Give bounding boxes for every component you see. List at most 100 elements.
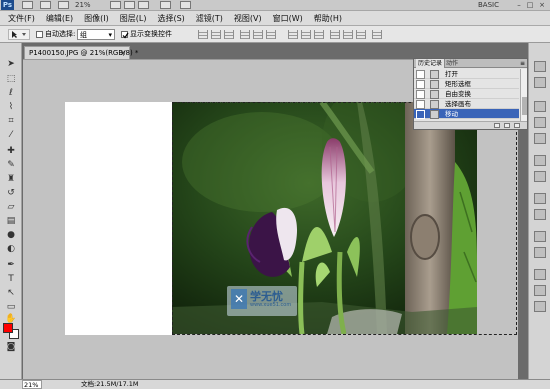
tab-actions[interactable]: 动作 — [444, 59, 460, 68]
healing-brush-icon[interactable]: ✚ — [5, 145, 17, 157]
zoom-icon[interactable] — [124, 1, 135, 9]
align-left-icon[interactable] — [240, 30, 250, 39]
shape-tool-icon[interactable]: ▭ — [5, 301, 17, 313]
clone-source-panel-icon[interactable] — [534, 209, 546, 220]
marquee-tool-icon[interactable]: ⬚ — [5, 73, 17, 85]
clone-stamp-icon[interactable]: ♜ — [5, 173, 17, 185]
menu-window[interactable]: 窗口(W) — [273, 13, 303, 24]
blur-tool-icon[interactable]: ● — [5, 229, 17, 241]
history-item[interactable]: 矩形选框 — [414, 79, 519, 89]
new-snapshot-icon[interactable] — [504, 123, 510, 128]
pen-tool-icon[interactable]: ✒ — [5, 259, 17, 271]
masks-panel-icon[interactable] — [534, 171, 546, 182]
distribute-vcenter-icon[interactable] — [301, 30, 311, 39]
brush-tool-icon[interactable]: ✎ — [5, 159, 17, 171]
history-item[interactable]: 打开 — [414, 69, 519, 79]
align-top-icon[interactable] — [198, 30, 208, 39]
align-hcenter-icon[interactable] — [253, 30, 263, 39]
swatches-panel-icon[interactable] — [534, 117, 546, 128]
marquee-selection[interactable] — [172, 102, 517, 335]
history-brush-icon[interactable]: ↺ — [5, 187, 17, 199]
trash-icon[interactable] — [514, 123, 520, 128]
auto-select-checkbox[interactable] — [36, 31, 43, 38]
auto-align-icon[interactable] — [372, 30, 382, 39]
zoom-field[interactable]: 21% — [22, 380, 42, 389]
rotate-view-icon[interactable] — [138, 1, 149, 9]
menu-layer[interactable]: 图层(L) — [120, 13, 147, 24]
path-select-icon[interactable]: ↖ — [5, 287, 17, 299]
channels-panel-icon[interactable] — [534, 285, 546, 296]
move-tool-icon[interactable]: ➤ — [5, 58, 17, 70]
history-item-selected[interactable]: 移动 — [414, 109, 519, 119]
align-right-icon[interactable] — [266, 30, 276, 39]
brush-panel-icon[interactable] — [534, 193, 546, 204]
menu-select[interactable]: 选择(S) — [157, 13, 184, 24]
paragraph-panel-icon[interactable] — [534, 247, 546, 258]
options-bar: 自动选择: 组 ▾ 显示变换控件 — [0, 26, 550, 43]
menu-edit[interactable]: 编辑(E) — [46, 13, 73, 24]
history-checkbox[interactable] — [416, 90, 425, 99]
marquee-step-icon — [430, 80, 439, 89]
adjustments-panel-icon[interactable] — [534, 155, 546, 166]
actions-panel-icon[interactable] — [534, 77, 546, 88]
minimize-button[interactable]: – — [514, 1, 524, 9]
align-vcenter-icon[interactable] — [211, 30, 221, 39]
close-document-icon[interactable]: × — [120, 47, 126, 59]
document-tab[interactable]: P1400150.JPG @ 21%(RGB/8) * × — [24, 46, 138, 59]
panel-menu-icon[interactable]: ≡ — [520, 59, 525, 68]
menu-help[interactable]: 帮助(H) — [314, 13, 342, 24]
history-item[interactable]: 选择画布 — [414, 99, 519, 109]
character-panel-icon[interactable] — [534, 231, 546, 242]
history-panel-icon[interactable] — [534, 61, 546, 72]
paths-panel-icon[interactable] — [534, 301, 546, 312]
document-size-info[interactable]: 文档:21.5M/17.1M — [81, 380, 139, 389]
color-panel-icon[interactable] — [534, 101, 546, 112]
distribute-hcenter-icon[interactable] — [343, 30, 353, 39]
hand-icon[interactable] — [110, 1, 121, 9]
menu-file[interactable]: 文件(F) — [8, 13, 35, 24]
bridge-icon[interactable] — [22, 1, 33, 9]
history-item[interactable]: 自由变换 — [414, 89, 519, 99]
gradient-tool-icon[interactable]: ▤ — [5, 215, 17, 227]
auto-select-dropdown[interactable]: 组 ▾ — [77, 29, 115, 40]
menu-image[interactable]: 图像(I) — [84, 13, 109, 24]
canvas-white-background — [65, 102, 174, 335]
lasso-tool-icon[interactable]: ℓ — [5, 87, 17, 99]
foreground-color-swatch[interactable] — [3, 323, 13, 333]
arrange-documents-icon[interactable] — [160, 1, 171, 9]
zoom-level-menu[interactable]: 21% — [75, 0, 91, 11]
history-scrollbar[interactable] — [520, 69, 527, 121]
history-checkbox[interactable] — [416, 100, 425, 109]
align-bottom-icon[interactable] — [224, 30, 234, 39]
maximize-button[interactable]: □ — [525, 1, 535, 9]
history-brush-source-icon[interactable] — [416, 110, 425, 119]
tool-preset-picker[interactable] — [8, 29, 30, 40]
history-checkbox[interactable] — [416, 70, 425, 79]
workspace-switcher[interactable]: BASIC — [478, 0, 499, 11]
screen-mode-icon[interactable] — [180, 1, 191, 9]
show-transform-checkbox[interactable] — [121, 31, 129, 39]
tab-history[interactable]: 历史记录 — [416, 59, 446, 68]
quick-mask-icon[interactable]: ◙ — [5, 341, 17, 353]
guides-icon[interactable] — [58, 1, 69, 9]
distribute-top-icon[interactable] — [288, 30, 298, 39]
menu-filter[interactable]: 滤镜(T) — [196, 13, 223, 24]
type-tool-icon[interactable]: T — [5, 273, 17, 285]
distribute-bottom-icon[interactable] — [314, 30, 324, 39]
distribute-right-icon[interactable] — [356, 30, 366, 39]
watermark-logo-icon: ✕ — [231, 289, 247, 309]
extras-icon[interactable] — [40, 1, 51, 9]
crop-tool-icon[interactable]: ⌗ — [5, 115, 17, 127]
quick-select-tool-icon[interactable]: ⌇ — [5, 101, 17, 113]
new-document-from-state-icon[interactable] — [494, 123, 500, 128]
eyedropper-tool-icon[interactable]: ⁄ — [5, 129, 17, 141]
distribute-left-icon[interactable] — [330, 30, 340, 39]
close-button[interactable]: × — [537, 1, 547, 9]
styles-panel-icon[interactable] — [534, 133, 546, 144]
history-checkbox[interactable] — [416, 80, 425, 89]
dodge-tool-icon[interactable]: ◐ — [5, 243, 17, 255]
menu-view[interactable]: 视图(V) — [234, 13, 262, 24]
eraser-tool-icon[interactable]: ▱ — [5, 201, 17, 213]
scrollbar-thumb[interactable] — [522, 97, 527, 115]
layers-panel-icon[interactable] — [534, 269, 546, 280]
